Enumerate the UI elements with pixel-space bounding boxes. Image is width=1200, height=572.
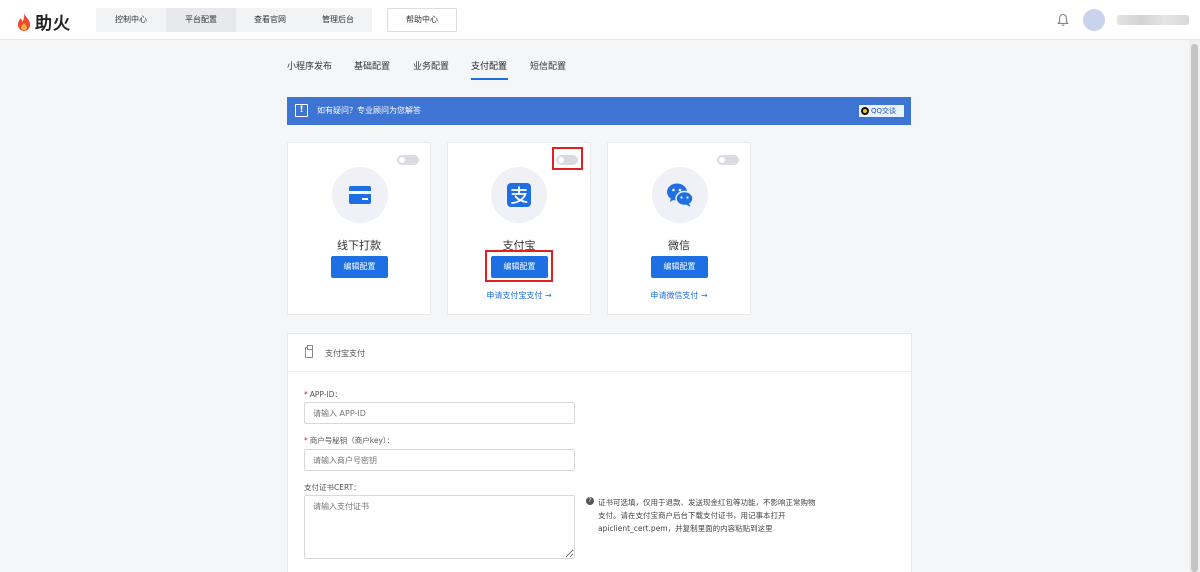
merchant-key-label: * 商户号秘钥（商户key）： — [304, 435, 394, 446]
cert-hint: 证书可选填，仅用于退款、发送现金红包等功能，不影响正常购物支付。请在支付宝商户后… — [598, 498, 816, 533]
question-icon: ? — [586, 497, 594, 505]
alipay-icon — [507, 183, 531, 207]
subtab-payment[interactable]: 支付配置 — [471, 59, 507, 72]
notice-text: 如有疑问？专业顾问为您解答 — [317, 106, 421, 115]
nav-tab-platform-config[interactable]: 平台配置 — [166, 8, 236, 32]
payment-card-wechat: 微信 编辑配置 申请微信支付 → — [607, 142, 751, 315]
appid-input[interactable] — [304, 402, 575, 424]
offline-edit-button[interactable]: 编辑配置 — [331, 256, 388, 278]
top-bar: 助火 控制中心 平台配置 查看官网 管理后台 帮助中心 — [0, 0, 1200, 40]
subtab-miniprogram[interactable]: 小程序发布 — [287, 59, 332, 72]
subtab-business[interactable]: 业务配置 — [413, 59, 449, 72]
nav-tab-control-center[interactable]: 控制中心 — [96, 8, 166, 32]
appid-label: * APP-ID： — [304, 389, 342, 400]
panel-header: 支付宝支付 — [288, 334, 911, 372]
highlight-alipay-edit — [485, 250, 553, 282]
alipay-apply-link[interactable]: 申请支付宝支付 → — [448, 290, 590, 301]
wechat-icon-circle — [652, 167, 708, 223]
panel-title: 支付宝支付 — [325, 349, 365, 358]
scrollbar-thumb[interactable] — [1191, 44, 1198, 572]
notice-banner: ! 如有疑问？专业顾问为您解答 QQ交谈 — [287, 97, 911, 125]
appid-label-text: APP-ID： — [309, 390, 342, 399]
flame-icon — [18, 12, 30, 31]
highlight-alipay-toggle — [552, 147, 583, 170]
merchant-key-label-text: 商户号秘钥（商户key）： — [309, 436, 395, 445]
subtab-basic[interactable]: 基础配置 — [354, 59, 390, 72]
nav-tab-admin[interactable]: 管理后台 — [304, 8, 372, 32]
alipay-icon-circle — [491, 167, 547, 223]
logo[interactable]: 助火 — [16, 9, 71, 34]
qq-icon — [861, 107, 869, 115]
wechat-icon — [667, 183, 694, 207]
qq-chat-label: QQ交谈 — [871, 107, 897, 115]
nav-tab-official-site[interactable]: 查看官网 — [236, 8, 304, 32]
clipboard-icon — [305, 345, 313, 358]
qq-chat-button[interactable]: QQ交谈 — [859, 105, 904, 117]
required-mark: * — [304, 436, 308, 445]
bell-icon[interactable] — [1057, 13, 1069, 27]
active-tab-indicator — [471, 78, 508, 80]
bank-card-icon — [349, 186, 371, 204]
offline-toggle[interactable] — [397, 155, 419, 165]
cert-label: 支付证书CERT： — [304, 483, 361, 492]
offline-title: 线下打款 — [337, 239, 381, 252]
cert-textarea[interactable] — [304, 495, 575, 559]
brand-name: 助火 — [35, 14, 71, 34]
offline-icon-circle — [332, 167, 388, 223]
subtab-sms[interactable]: 短信配置 — [530, 59, 566, 72]
merchant-key-input[interactable] — [304, 449, 575, 471]
info-icon: ! — [295, 104, 308, 117]
payment-card-offline: 线下打款 编辑配置 — [287, 142, 431, 315]
wechat-title: 微信 — [668, 239, 690, 252]
required-mark: * — [304, 390, 308, 399]
avatar[interactable] — [1083, 9, 1105, 31]
help-center-button[interactable]: 帮助中心 — [387, 8, 457, 32]
wechat-edit-button[interactable]: 编辑配置 — [651, 256, 708, 278]
username-redacted[interactable] — [1117, 15, 1189, 25]
wechat-apply-link[interactable]: 申请微信支付 → — [608, 290, 750, 301]
wechat-toggle[interactable] — [717, 155, 739, 165]
